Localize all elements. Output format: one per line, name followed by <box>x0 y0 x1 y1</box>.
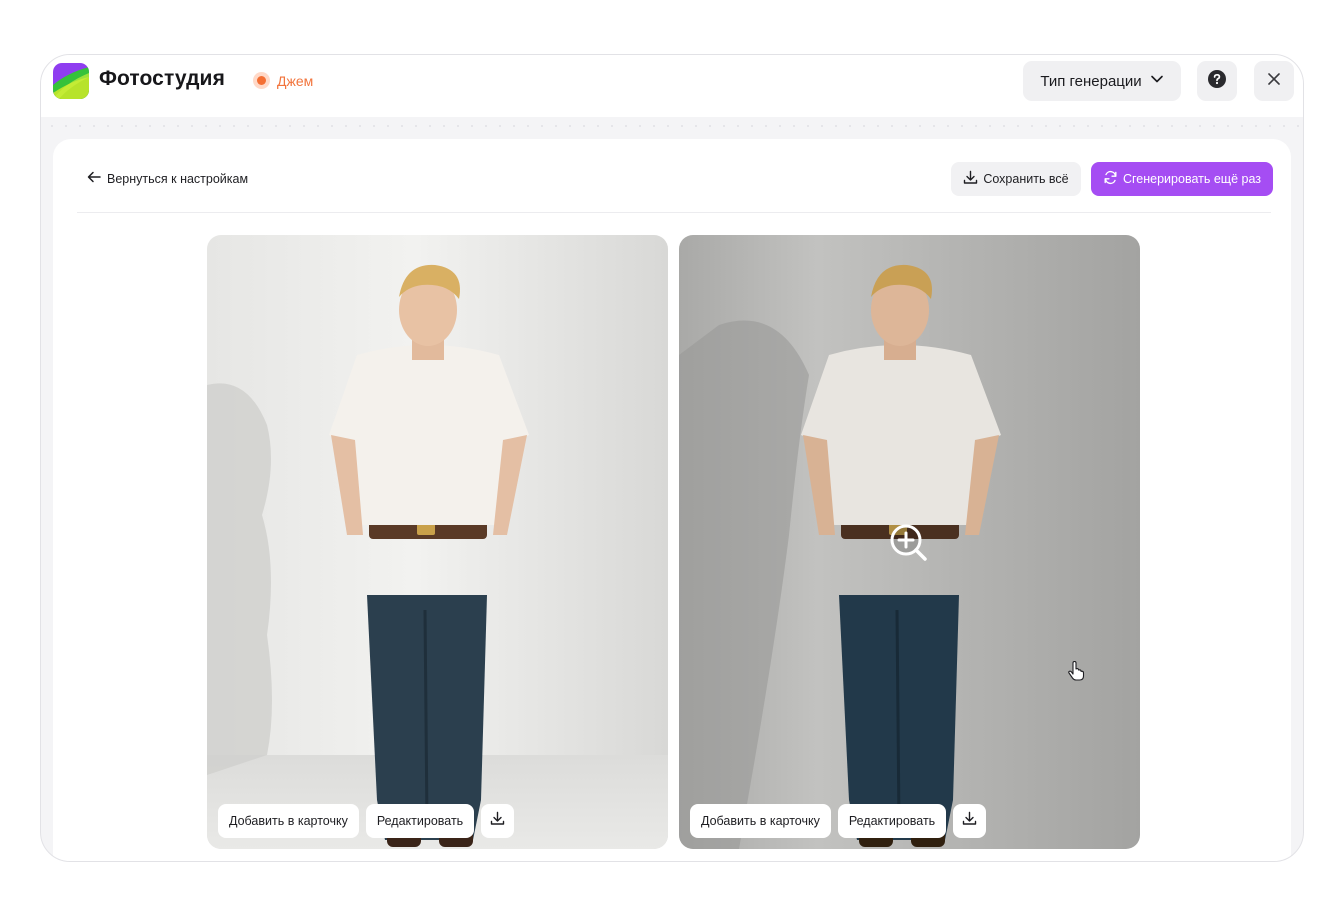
results-panel: Вернуться к настройкам Сохранить всё Сге… <box>53 139 1291 861</box>
project-name: Джем <box>277 72 314 89</box>
arrow-left-icon <box>87 171 101 186</box>
project-badge[interactable]: Джем <box>253 72 313 89</box>
result-photo-1[interactable]: Добавить в карточку Редактировать <box>207 235 668 849</box>
download-icon <box>963 170 978 188</box>
divider <box>77 212 1271 213</box>
regenerate-label: Сгенерировать ещё раз <box>1122 172 1261 186</box>
download-button[interactable] <box>953 804 987 838</box>
download-icon <box>962 811 977 831</box>
save-all-button[interactable]: Сохранить всё <box>951 162 1081 196</box>
result-photo-2[interactable]: Добавить в карточку Редактировать <box>679 235 1140 849</box>
generation-type-label: Тип генерации <box>1040 72 1142 90</box>
refresh-icon <box>1103 170 1118 188</box>
photo-actions: Добавить в карточку Редактировать <box>690 804 987 838</box>
download-button[interactable] <box>481 804 515 838</box>
zoom-in-icon[interactable] <box>889 523 929 568</box>
edit-button[interactable]: Редактировать <box>837 804 947 838</box>
close-button[interactable] <box>1254 61 1294 101</box>
hand-cursor-icon <box>1067 660 1085 686</box>
help-icon <box>1208 69 1226 93</box>
generation-type-dropdown[interactable]: Тип генерации <box>1023 61 1181 101</box>
back-to-settings-link[interactable]: Вернуться к настройкам <box>87 171 248 186</box>
photostudio-window: Фотостудия Джем Тип генерации Вернуться … <box>40 54 1304 862</box>
save-all-label: Сохранить всё <box>983 172 1069 186</box>
decorative-dot-strip <box>41 117 1303 135</box>
app-title: Фотостудия <box>99 67 225 90</box>
chevron-down-icon <box>1150 72 1164 90</box>
top-bar: Фотостудия Джем Тип генерации <box>41 55 1303 117</box>
generated-model-photo <box>207 235 668 849</box>
app-logo <box>53 63 89 99</box>
add-to-card-button[interactable]: Добавить в карточку <box>218 804 359 838</box>
download-icon <box>490 811 505 831</box>
back-label: Вернуться к настройкам <box>107 171 249 186</box>
status-dot-icon <box>253 72 270 89</box>
photo-actions: Добавить в карточку Редактировать <box>218 804 515 838</box>
edit-button[interactable]: Редактировать <box>365 804 475 838</box>
close-icon <box>1267 72 1281 91</box>
add-to-card-button[interactable]: Добавить в карточку <box>690 804 831 838</box>
help-button[interactable] <box>1197 61 1237 101</box>
regenerate-button[interactable]: Сгенерировать ещё раз <box>1091 162 1273 196</box>
